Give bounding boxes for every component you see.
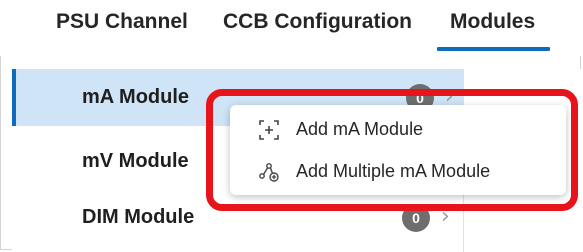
context-menu: Add mA Module Add Multiple mA Module <box>230 105 566 195</box>
count-badge: 0 <box>402 204 430 232</box>
active-tab-indicator <box>437 47 550 51</box>
menu-item-label: Add mA Module <box>296 119 424 139</box>
menu-item-add-ma-module[interactable]: Add mA Module <box>230 109 566 151</box>
multi-node-icon <box>259 163 279 182</box>
list-item-label: DIM Module <box>82 206 195 228</box>
menu-item-add-multiple-ma-module[interactable]: Add Multiple mA Module <box>230 151 566 193</box>
chevron-right-icon: › <box>441 204 450 229</box>
add-box-icon <box>259 120 279 140</box>
list-item-dim-module[interactable]: DIM Module 0 › <box>12 189 463 246</box>
list-item-label: mA Module <box>82 86 190 108</box>
menu-item-label: Add Multiple mA Module <box>296 161 491 181</box>
list-item-label: mV Module <box>82 150 189 172</box>
tab-bar: PSU Channel CCB Configuration Modules <box>0 0 583 56</box>
tab-ccb-configuration[interactable]: CCB Configuration <box>223 10 412 34</box>
tab-psu-channel[interactable]: PSU Channel <box>56 10 188 34</box>
tab-modules[interactable]: Modules <box>450 10 535 34</box>
